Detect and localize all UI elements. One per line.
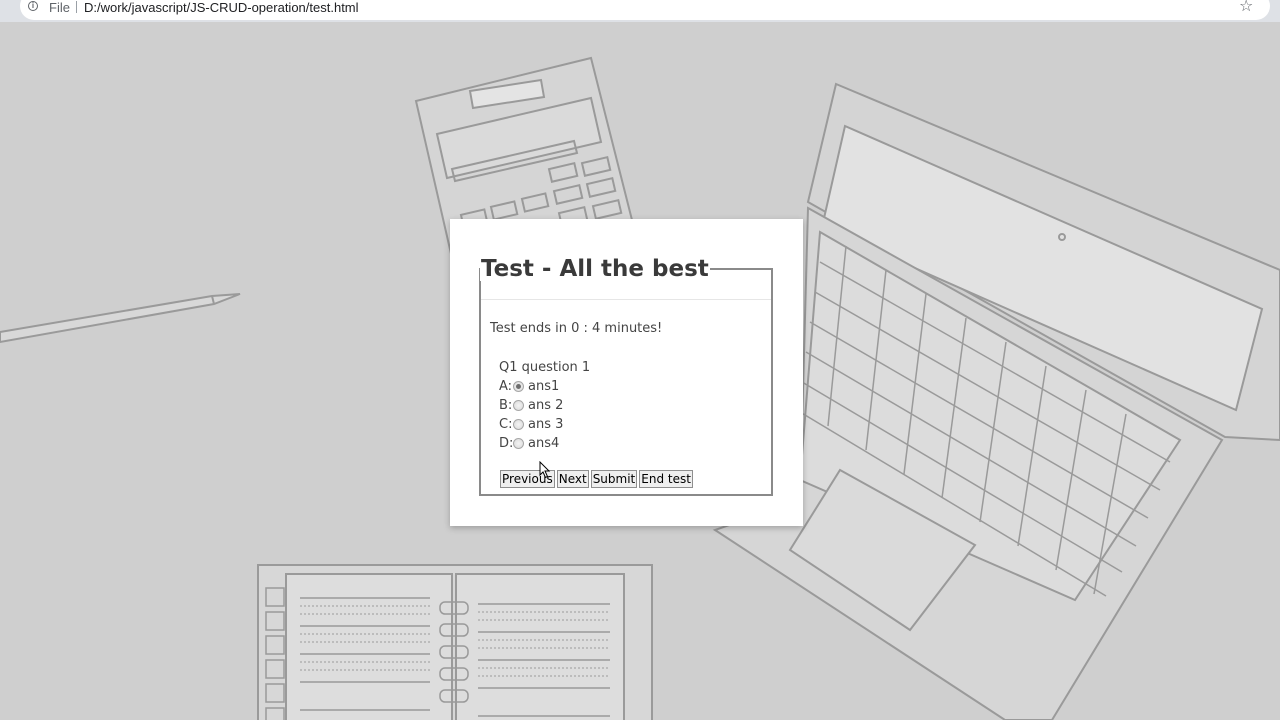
option-letter: C:: [499, 417, 513, 432]
test-title: Test - All the best: [481, 256, 709, 282]
option-row-b: B: ans 2: [499, 396, 590, 415]
radio-option-a[interactable]: [513, 381, 524, 392]
notebook-illustration: [257, 564, 653, 720]
question-block: Q1 question 1 A: ans1 B: ans 2 C: ans 3 …: [499, 358, 590, 453]
submit-button[interactable]: Submit: [590, 470, 638, 488]
question-text: Q1 question 1: [499, 360, 591, 375]
next-button[interactable]: Next: [556, 470, 589, 488]
option-letter: D:: [499, 436, 514, 451]
url-text[interactable]: D:/work/javascript/JS-CRUD-operation/tes…: [84, 0, 359, 15]
option-label: ans1: [528, 379, 560, 394]
pencil-illustration: [0, 293, 241, 344]
option-row-c: C: ans 3: [499, 415, 590, 434]
radio-option-d[interactable]: [513, 438, 524, 449]
mouse-cursor-icon: [539, 461, 551, 479]
option-letter: A:: [499, 379, 513, 394]
test-fieldset: Test - All the best Test ends in 0 : 4 m…: [479, 257, 773, 496]
option-letter: B:: [499, 398, 513, 413]
address-bar[interactable]: i File D:/work/javascript/JS-CRUD-operat…: [20, 0, 1270, 20]
option-label: ans 2: [528, 398, 564, 413]
scheme-label: File: [49, 0, 70, 15]
address-divider: [76, 1, 77, 13]
radio-option-c[interactable]: [513, 419, 524, 430]
star-icon[interactable]: ☆: [1239, 0, 1253, 16]
end-test-button[interactable]: End test: [639, 470, 693, 488]
option-label: ans4: [528, 436, 560, 451]
test-card: Test - All the best Test ends in 0 : 4 m…: [450, 219, 803, 526]
option-label: ans 3: [528, 417, 564, 432]
option-row-d: D: ans4: [499, 434, 590, 453]
navigation-buttons: Previous Next Submit End test: [500, 470, 693, 488]
browser-toolbar: i File D:/work/javascript/JS-CRUD-operat…: [0, 0, 1280, 22]
info-circle-icon[interactable]: i: [28, 1, 38, 11]
radio-option-b[interactable]: [513, 400, 524, 411]
title-underline: [481, 299, 771, 300]
option-row-a: A: ans1: [499, 377, 590, 396]
timer-text: Test ends in 0 : 4 minutes!: [490, 321, 663, 336]
